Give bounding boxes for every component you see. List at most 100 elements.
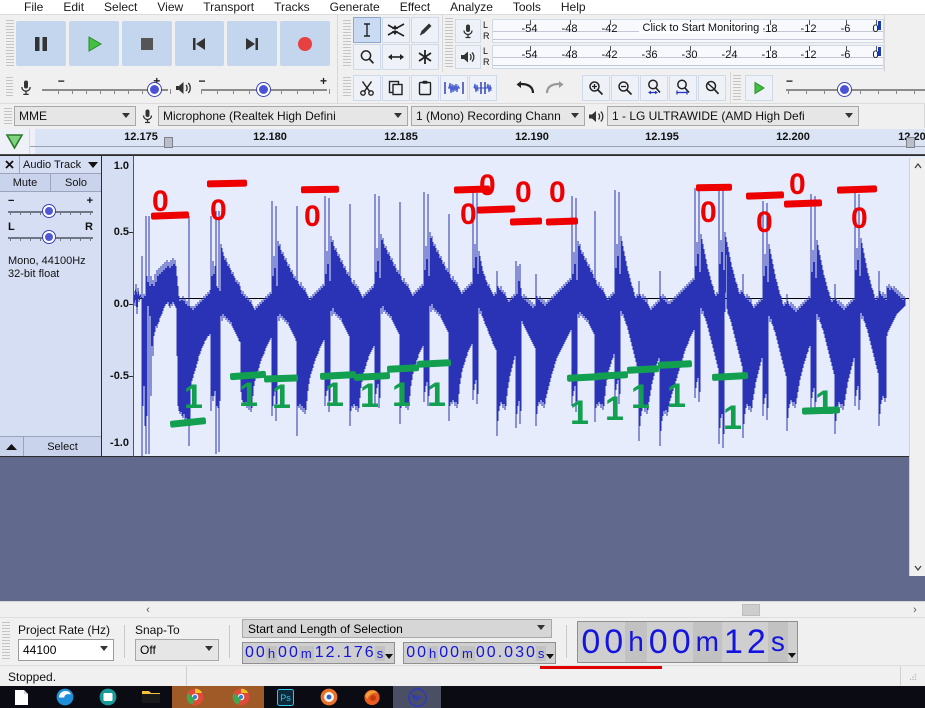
- time-shift-tool-button[interactable]: [382, 44, 410, 70]
- menu-item-analyze[interactable]: Analyze: [440, 0, 503, 14]
- record-meter-face[interactable]: -54 -48 -42 -18 -12 -6 0 Click to Start …: [491, 18, 884, 43]
- zoom-tool-button[interactable]: [353, 44, 381, 70]
- meter-toolbar-grip[interactable]: [445, 18, 453, 69]
- multi-tool-button[interactable]: [411, 44, 439, 70]
- status-resize-grip[interactable]: [901, 666, 925, 687]
- playback-device-select[interactable]: 1 - LG ULTRAWIDE (AMD High Defi: [607, 106, 859, 126]
- chevron-up-icon[interactable]: [0, 437, 24, 456]
- trim-audio-icon[interactable]: [440, 74, 468, 101]
- input-volume-thumb[interactable]: [147, 82, 161, 96]
- position-spinner-icon[interactable]: [788, 622, 796, 662]
- taskbar-icon-app[interactable]: [441, 686, 479, 708]
- envelope-tool-button[interactable]: [382, 17, 410, 43]
- menu-item-view[interactable]: View: [147, 0, 193, 14]
- audio-host-select[interactable]: MME: [14, 106, 136, 126]
- audio-position-field[interactable]: 0 0 h 0 0 m 1 2 s: [577, 620, 798, 663]
- menu-item-select[interactable]: Select: [94, 0, 147, 14]
- zoom-toggle-icon[interactable]: [698, 74, 726, 101]
- recording-meter[interactable]: L R -54 -48 -42 -18 -12 -6 0 Click to St…: [455, 18, 884, 44]
- track-pan-thumb[interactable]: [43, 231, 55, 243]
- edit-toolbar-grip[interactable]: [343, 77, 351, 98]
- taskbar-icon-chrome-1[interactable]: [172, 686, 218, 708]
- horizontal-scroll-thumb[interactable]: [742, 604, 760, 616]
- solo-button[interactable]: Solo: [51, 174, 101, 191]
- mixer-toolbar-grip[interactable]: [6, 77, 14, 98]
- taskbar-icon-media-player[interactable]: [307, 686, 350, 708]
- playback-speed-slider[interactable]: − +: [780, 74, 925, 101]
- redo-icon[interactable]: [540, 74, 568, 101]
- track-gain-slider[interactable]: − +: [8, 195, 93, 221]
- menu-item-effect[interactable]: Effect: [390, 0, 440, 14]
- selection-end-handle[interactable]: [906, 137, 915, 148]
- selection-mode-select[interactable]: Start and Length of Selection: [242, 619, 552, 638]
- taskbar-icon-photoshop[interactable]: Ps: [264, 686, 307, 708]
- playback-speed-thumb[interactable]: [838, 82, 851, 96]
- taskbar-icon-firefox[interactable]: [350, 686, 393, 708]
- taskbar-icon-teams[interactable]: [86, 686, 129, 708]
- device-toolbar-grip[interactable]: [4, 108, 12, 124]
- scroll-down-arrow[interactable]: [910, 560, 925, 576]
- taskbar-icon-file-explorer[interactable]: [129, 686, 172, 708]
- speaker-icon[interactable]: [455, 44, 481, 69]
- timeline-ruler[interactable]: 12.175 12.180 12.185 12.190 12.195 12.20…: [30, 129, 925, 154]
- vertical-scrollbar[interactable]: [909, 158, 925, 576]
- menu-item-edit[interactable]: Edit: [53, 0, 94, 14]
- track-select-button[interactable]: Select: [24, 437, 101, 456]
- menu-item-transport[interactable]: Transport: [193, 0, 264, 14]
- length-spinner-icon[interactable]: [546, 643, 554, 663]
- microphone-icon[interactable]: [455, 18, 481, 43]
- track-gain-thumb[interactable]: [43, 205, 55, 217]
- stop-button[interactable]: [121, 21, 172, 66]
- taskbar-icon-edge[interactable]: [43, 686, 86, 708]
- selection-length-field[interactable]: 0 0 h 0 0 m 0 0 . 0 3 0 s: [403, 642, 557, 664]
- taskbar-icon-file-explorer-doc[interactable]: [0, 686, 43, 708]
- play-at-speed-icon[interactable]: [745, 74, 773, 101]
- fit-selection-icon[interactable]: [640, 74, 668, 101]
- selection-start-handle[interactable]: [164, 137, 173, 148]
- selection-tool-button[interactable]: [353, 17, 381, 43]
- play-button[interactable]: [68, 21, 119, 66]
- silence-audio-icon[interactable]: [469, 74, 497, 101]
- output-volume-thumb[interactable]: [256, 82, 270, 96]
- menu-item-tools[interactable]: Tools: [503, 0, 551, 14]
- track-title-dropdown[interactable]: Audio Track: [20, 156, 101, 173]
- menu-item-generate[interactable]: Generate: [320, 0, 390, 14]
- zoom-in-icon[interactable]: [582, 74, 610, 101]
- scroll-left-arrow[interactable]: ‹: [140, 602, 156, 618]
- skip-to-end-button[interactable]: [227, 21, 278, 66]
- waveform-display[interactable]: 0 0 0 0 0 0 0 0 0 0 0 1 1 1 1 1 1 1 1 1 …: [134, 155, 925, 457]
- recording-channels-select[interactable]: 1 (Mono) Recording Chann: [411, 106, 585, 126]
- selection-toolbar-grip[interactable]: [2, 622, 10, 660]
- project-rate-select[interactable]: 44100: [18, 638, 114, 661]
- record-button[interactable]: [280, 21, 331, 66]
- menu-item-file[interactable]: File: [14, 0, 53, 14]
- draw-tool-button[interactable]: [411, 17, 439, 43]
- selection-start-field[interactable]: 0 0 h 0 0 m 1 2 . 1 7 6 s: [242, 642, 396, 664]
- mute-button[interactable]: Mute: [0, 174, 51, 191]
- copy-icon[interactable]: [382, 74, 410, 101]
- transport-toolbar-grip[interactable]: [6, 20, 14, 67]
- horizontal-scrollbar[interactable]: ‹ ›: [0, 601, 925, 617]
- skip-to-start-button[interactable]: [174, 21, 225, 66]
- undo-icon[interactable]: [512, 74, 540, 101]
- pinned-play-head-button[interactable]: [0, 129, 30, 154]
- playback-meter[interactable]: L R -54 -48 -42 -36 -30 -24 -18 -12 -6 0: [455, 44, 884, 70]
- start-spinner-icon[interactable]: [385, 643, 393, 663]
- scroll-right-arrow[interactable]: ›: [907, 602, 923, 618]
- menu-item-tracks[interactable]: Tracks: [264, 0, 320, 14]
- track-pan-slider[interactable]: L R: [8, 221, 93, 247]
- start-monitoring-hint[interactable]: Click to Start Monitoring: [638, 21, 764, 34]
- zoom-out-icon[interactable]: [611, 74, 639, 101]
- input-volume-slider[interactable]: − +: [36, 74, 175, 101]
- taskbar-icon-audacity[interactable]: [393, 686, 441, 708]
- paste-icon[interactable]: [411, 74, 439, 101]
- close-icon[interactable]: [0, 156, 20, 173]
- tools-toolbar-grip[interactable]: [343, 20, 351, 67]
- taskbar-icon-chrome-2[interactable]: [218, 686, 264, 708]
- scroll-up-arrow[interactable]: [910, 158, 925, 174]
- output-volume-slider[interactable]: − +: [195, 74, 334, 101]
- recording-device-select[interactable]: Microphone (Realtek High Defini: [158, 106, 408, 126]
- pause-button[interactable]: [15, 21, 66, 66]
- snap-to-select[interactable]: Off: [135, 638, 219, 661]
- cut-icon[interactable]: [353, 74, 381, 101]
